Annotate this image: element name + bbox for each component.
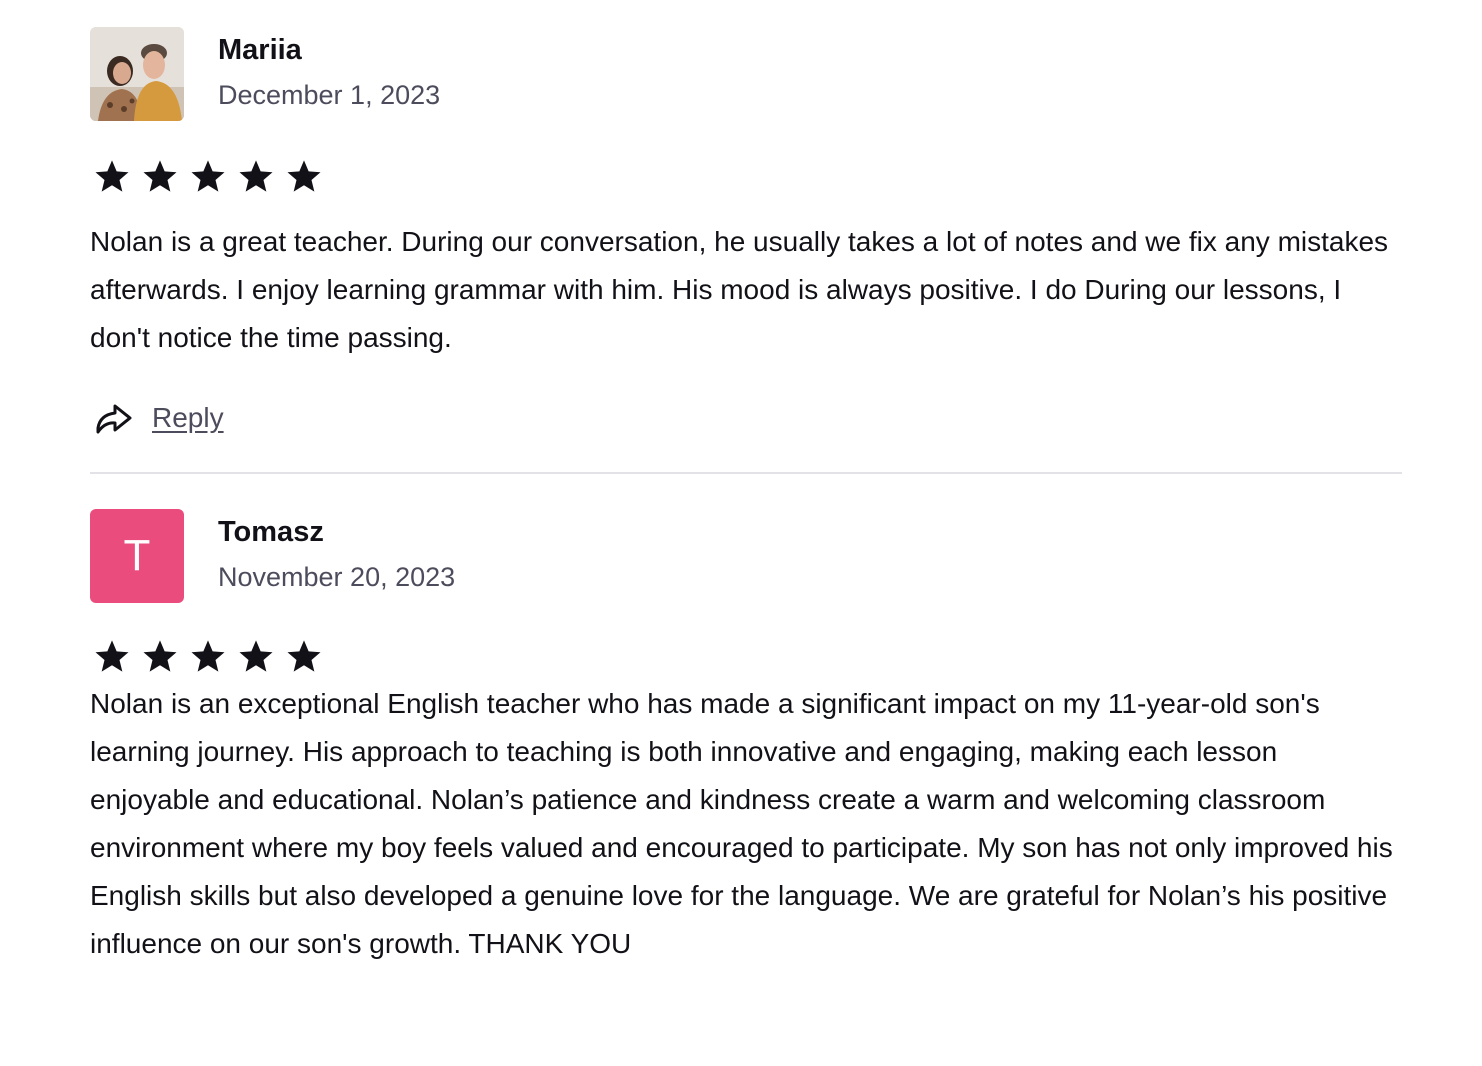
review-text: Nolan is a great teacher. During our con… xyxy=(90,226,1389,353)
avatar-photo-image xyxy=(90,27,184,121)
review-date: December 1, 2023 xyxy=(218,80,441,110)
star-rating xyxy=(94,638,322,674)
review-item: Mariia December 1, 2023 Nolan is a great… xyxy=(90,0,1402,474)
avatar xyxy=(90,27,184,121)
reviewer-name: Mariia xyxy=(218,34,302,66)
review-date: November 20, 2023 xyxy=(218,562,456,592)
star-icon xyxy=(239,160,273,192)
star-icon xyxy=(191,640,225,672)
star-icon xyxy=(287,640,321,672)
star-icon xyxy=(95,640,129,672)
star-icon xyxy=(95,160,129,192)
avatar: T xyxy=(90,509,184,603)
review-text: Nolan is an exceptional English teacher … xyxy=(90,688,1393,959)
star-rating xyxy=(94,158,322,194)
star-icon xyxy=(191,160,225,192)
reply-label[interactable]: Reply xyxy=(152,402,224,434)
review-item: T Tomasz November 20, 2023 Nolan is an e… xyxy=(90,474,1402,1064)
reply-button[interactable]: Reply xyxy=(94,398,224,438)
reviews-list: Mariia December 1, 2023 Nolan is a great… xyxy=(90,0,1402,1064)
share-arrow-icon xyxy=(96,404,132,434)
reviewer-name: Tomasz xyxy=(218,516,324,548)
avatar-initial: T xyxy=(123,531,151,580)
star-icon xyxy=(143,640,177,672)
star-icon xyxy=(287,160,321,192)
star-icon xyxy=(239,640,273,672)
star-icon xyxy=(143,160,177,192)
